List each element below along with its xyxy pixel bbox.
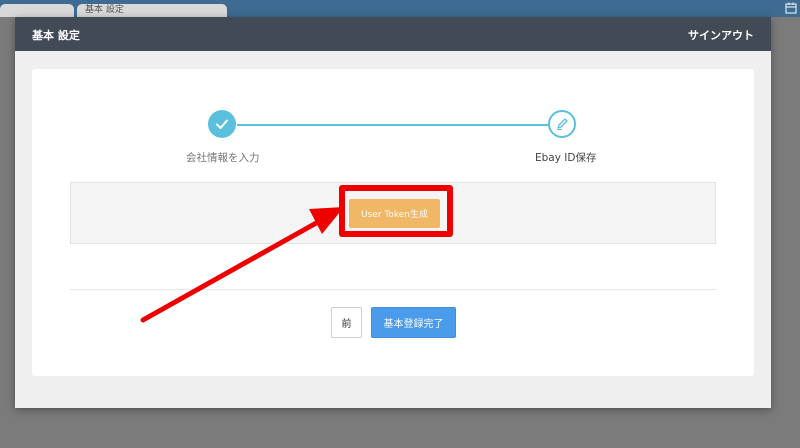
pencil-icon — [557, 118, 568, 131]
calendar-icon[interactable] — [785, 2, 797, 14]
token-panel: User Token生成 — [70, 182, 716, 244]
browser-tab-strip: 基本 設定 — [0, 0, 800, 17]
step-1-complete — [208, 110, 236, 138]
browser-tab[interactable] — [0, 4, 74, 17]
settings-modal: 基本 設定 サインアウト 会社情報を入力 Ebay ID保存 User Toke… — [15, 17, 771, 408]
setup-card: 会社情報を入力 Ebay ID保存 User Token生成 前 基本登録完了 — [32, 69, 754, 376]
stepper-line — [237, 124, 563, 126]
browser-tab-label: 基本 設定 — [85, 5, 124, 15]
modal-header: 基本 設定 サインアウト — [15, 17, 771, 51]
generate-user-token-button[interactable]: User Token生成 — [349, 199, 440, 228]
signout-link[interactable]: サインアウト — [688, 27, 754, 43]
step-1-label: 会社情報を入力 — [186, 152, 260, 164]
previous-button[interactable]: 前 — [331, 307, 362, 338]
modal-title: 基本 設定 — [32, 29, 80, 42]
divider — [70, 289, 716, 290]
complete-registration-button[interactable]: 基本登録完了 — [371, 307, 456, 338]
step-2-current — [548, 110, 576, 138]
browser-tab-active[interactable]: 基本 設定 — [77, 4, 227, 17]
step-2-label: Ebay ID保存 — [535, 152, 597, 164]
check-icon — [216, 119, 228, 129]
